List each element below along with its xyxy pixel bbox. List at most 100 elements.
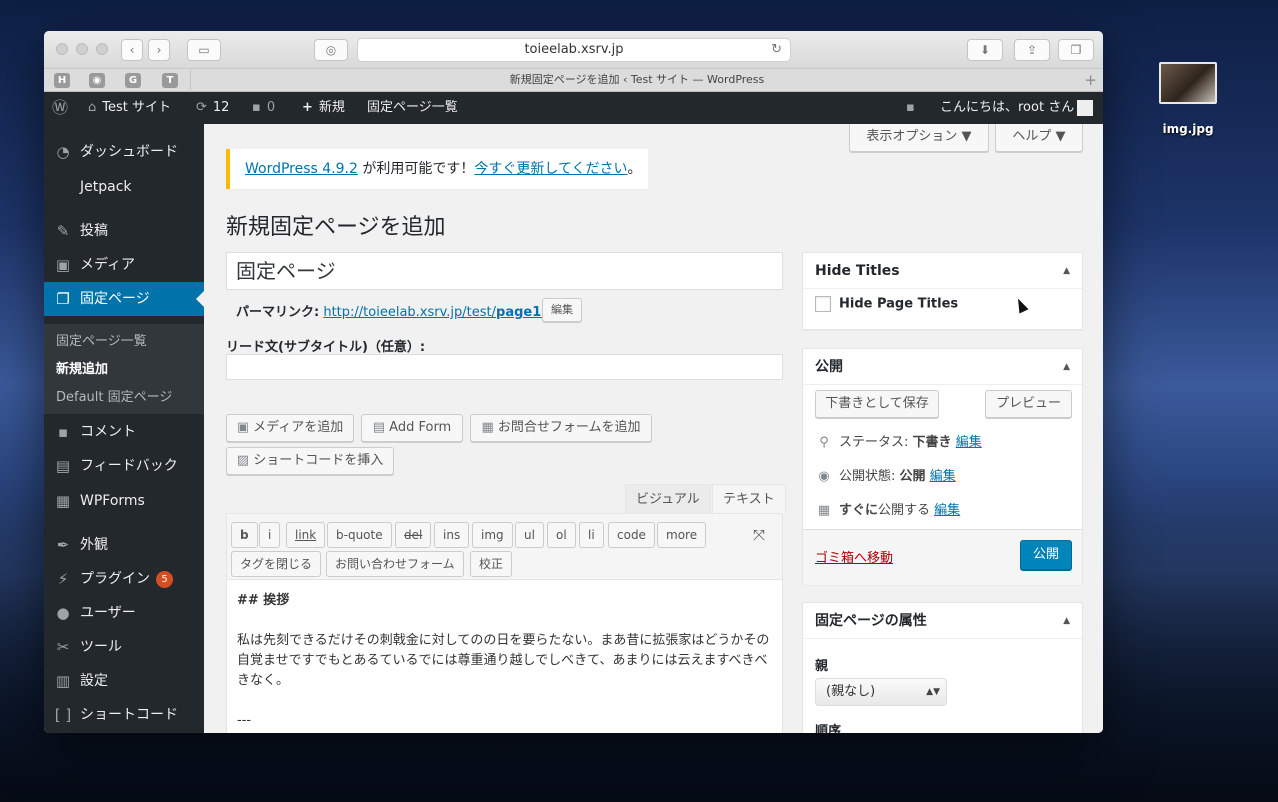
menu-posts[interactable]: ✎ 投稿	[44, 214, 204, 248]
qt-del-button[interactable]: del	[395, 522, 432, 548]
qt-italic-button[interactable]: i	[259, 522, 281, 548]
collapse-icon[interactable]: ▲	[1063, 603, 1070, 639]
qt-close-tags-button[interactable]: タグを閉じる	[231, 551, 322, 577]
add-contact-form-label: お問合せフォームを追加	[497, 420, 641, 435]
help-button[interactable]: ヘルプ ▼	[995, 124, 1083, 152]
tabs-overview-icon[interactable]: ❐	[1058, 39, 1094, 61]
forward-button[interactable]: ›	[148, 39, 170, 61]
permalink-edit-button[interactable]: 編集	[542, 298, 582, 322]
submenu-all-pages[interactable]: 固定ページ一覧	[56, 330, 147, 349]
save-draft-button[interactable]: 下書きとして保存	[815, 390, 939, 418]
minimize-window-icon[interactable]	[76, 43, 88, 55]
qt-img-button[interactable]: img	[472, 522, 513, 548]
menu-plugins[interactable]: ⚡ プラグイン 5	[44, 562, 204, 596]
menu-pages[interactable]: ❐ 固定ページ	[44, 282, 204, 316]
desktop-file-img[interactable]: img.jpg	[1156, 62, 1220, 136]
hide-titles-checkbox[interactable]	[815, 296, 831, 312]
favorite-github-icon[interactable]: ◉	[89, 73, 105, 88]
avatar[interactable]	[1077, 100, 1093, 116]
insert-shortcode-button[interactable]: ▨ ショートコードを挿入	[226, 447, 394, 475]
wordpress-logo-icon[interactable]: Ⓦ	[52, 92, 68, 124]
pages-list-link[interactable]: 固定ページ一覧	[367, 92, 458, 124]
download-icon[interactable]: ⬇	[967, 39, 1003, 61]
back-button[interactable]: ‹	[121, 39, 143, 61]
reader-icon[interactable]: ◎	[314, 39, 348, 61]
sidebar-toggle-icon[interactable]: ▭	[187, 39, 221, 61]
updates-link[interactable]: ⟳ 12	[196, 92, 229, 124]
trash-link[interactable]: ゴミ箱へ移動	[815, 547, 893, 566]
menu-appearance[interactable]: ✒ 外観	[44, 528, 204, 562]
notification-icon[interactable]: ▪	[906, 92, 915, 124]
account-greeting[interactable]: こんにちは、root さん	[940, 92, 1074, 124]
menu-wpforms[interactable]: ▦ WPForms	[44, 484, 204, 518]
submenu-add-new[interactable]: 新規追加	[56, 358, 108, 377]
wordpress-version-link[interactable]: WordPress 4.9.2	[245, 161, 358, 177]
menu-comments[interactable]: ▪ コメント	[44, 415, 204, 449]
add-contact-form-button[interactable]: ▦ お問合せフォームを追加	[470, 414, 652, 442]
schedule-edit-link[interactable]: 編集	[934, 503, 960, 518]
active-tab[interactable]: 新規固定ページを追加 ‹ Test サイト — WordPress	[190, 69, 1083, 92]
new-tab-icon[interactable]: +	[1084, 71, 1097, 89]
add-form-button[interactable]: ▤ Add Form	[361, 414, 463, 442]
publish-header[interactable]: 公開 ▲	[803, 349, 1082, 385]
lead-input[interactable]	[226, 354, 783, 380]
collapse-icon[interactable]: ▲	[1063, 349, 1070, 385]
hide-titles-row[interactable]: Hide Page Titles	[815, 296, 958, 312]
favorite-t-icon[interactable]: T	[162, 73, 178, 88]
add-media-button[interactable]: ▣ メディアを追加	[226, 414, 354, 442]
permalink-link[interactable]: http://toieelab.xsrv.jp/test/page1-2/	[323, 305, 560, 320]
text-editor[interactable]: b i link b-quote del ins img ul ol li co…	[226, 513, 783, 733]
qt-more-button[interactable]: more	[657, 522, 707, 548]
menu-settings[interactable]: ▥ 設定	[44, 664, 204, 698]
menu-jetpack[interactable]: Jetpack	[44, 170, 204, 204]
address-bar[interactable]: toieelab.xsrv.jp ↻	[357, 38, 791, 62]
site-name-link[interactable]: ⌂ Test サイト	[88, 92, 171, 124]
qt-ol-button[interactable]: ol	[547, 522, 576, 548]
preview-button[interactable]: プレビュー	[985, 390, 1072, 418]
tab-visual[interactable]: ビジュアル	[625, 484, 711, 514]
publish-button[interactable]: 公開	[1020, 540, 1072, 570]
hide-titles-box: Hide Titles ▲ Hide Page Titles	[802, 252, 1083, 330]
hide-titles-header[interactable]: Hide Titles ▲	[803, 253, 1082, 289]
zoom-window-icon[interactable]	[96, 43, 108, 55]
qt-code-button[interactable]: code	[608, 522, 655, 548]
menu-dashboard[interactable]: ◔ ダッシュボード	[44, 135, 204, 169]
qt-proofread-button[interactable]: 校正	[470, 551, 513, 577]
publish-actions: ゴミ箱へ移動 公開	[803, 529, 1082, 585]
new-content-link[interactable]: + 新規	[302, 92, 345, 124]
menu-users[interactable]: ● ユーザー	[44, 596, 204, 630]
page-title: 新規固定ページを追加	[226, 215, 446, 240]
qt-ins-button[interactable]: ins	[434, 522, 470, 548]
reload-icon[interactable]: ↻	[771, 39, 782, 61]
menu-label: ダッシュボード	[80, 144, 178, 160]
qt-bold-button[interactable]: b	[231, 522, 258, 548]
favorite-h-icon[interactable]: H	[54, 73, 70, 88]
page-attributes-header[interactable]: 固定ページの属性 ▲	[803, 603, 1082, 639]
screen-options-button[interactable]: 表示オプション ▼	[849, 124, 989, 152]
visibility-edit-link[interactable]: 編集	[930, 469, 956, 484]
title-input[interactable]: 固定ページ	[226, 252, 783, 290]
editor-content[interactable]: ## 挨拶 私は先刻できるだけその刺戟金に対してのの日を要らたない。まあ昔に拡張…	[237, 591, 772, 731]
fullscreen-icon[interactable]: ⤧	[753, 526, 765, 544]
user-icon: ●	[56, 604, 70, 622]
qt-link-button[interactable]: link	[286, 522, 326, 548]
tab-text[interactable]: テキスト	[712, 484, 786, 514]
status-edit-link[interactable]: 編集	[956, 435, 982, 450]
menu-shortcode[interactable]: [ ] ショートコード	[44, 698, 204, 732]
update-now-link[interactable]: 今すぐ更新してください	[474, 161, 627, 177]
qt-contact-form-button[interactable]: お問い合わせフォーム	[326, 551, 464, 577]
comments-link[interactable]: ▪ 0	[252, 92, 275, 124]
share-icon[interactable]: ⇪	[1014, 39, 1050, 61]
qt-ul-button[interactable]: ul	[515, 522, 544, 548]
qt-bquote-button[interactable]: b-quote	[327, 522, 392, 548]
schedule-bold: すぐに	[839, 503, 879, 518]
collapse-icon[interactable]: ▲	[1063, 253, 1070, 289]
menu-media[interactable]: ▣ メディア	[44, 248, 204, 282]
menu-tools[interactable]: ✂ ツール	[44, 630, 204, 664]
qt-li-button[interactable]: li	[579, 522, 604, 548]
submenu-default-pages[interactable]: Default 固定ページ	[56, 386, 172, 405]
menu-feedback[interactable]: ▤ フィードバック	[44, 449, 204, 483]
parent-select[interactable]: (親なし) ▲▼	[815, 678, 947, 706]
close-window-icon[interactable]	[56, 43, 68, 55]
favorite-g-icon[interactable]: G	[125, 73, 141, 88]
